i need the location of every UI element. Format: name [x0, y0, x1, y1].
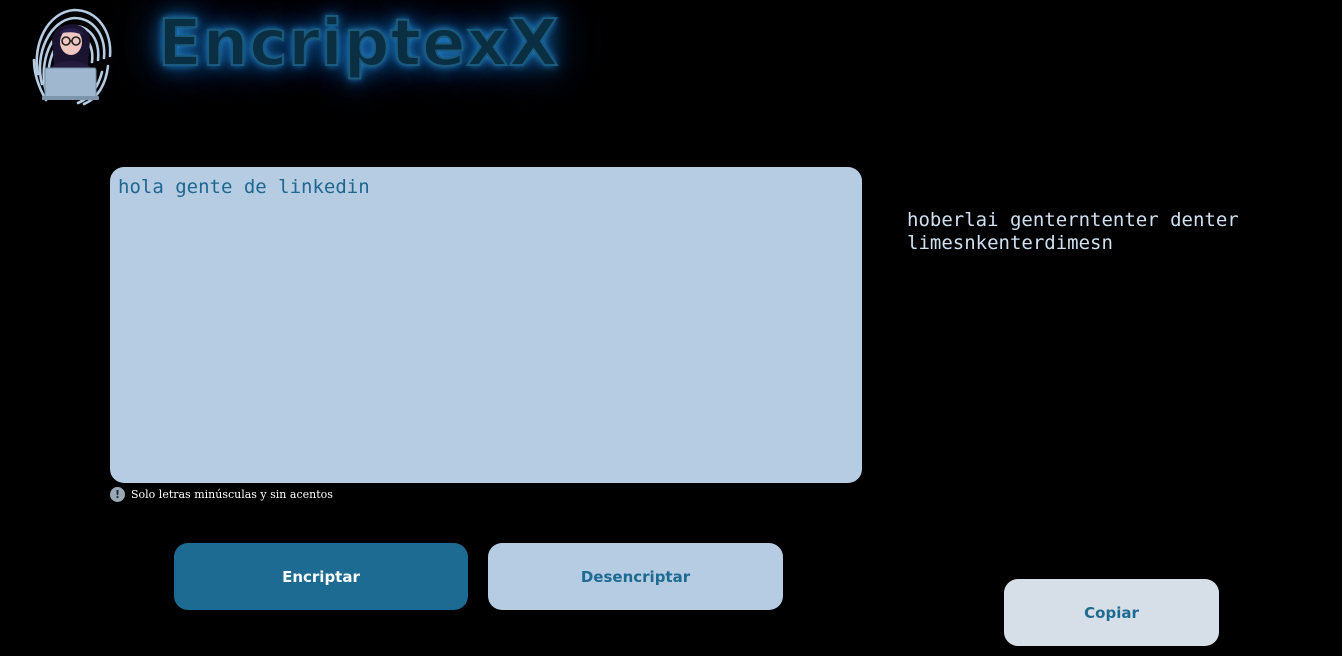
input-hint: ! Solo letras minúsculas y sin acentos — [110, 487, 333, 502]
copy-button[interactable]: Copiar — [1004, 579, 1219, 646]
message-input[interactable] — [110, 167, 862, 483]
brand-title: EncriptexX — [157, 6, 560, 82]
hint-text: Solo letras minúsculas y sin acentos — [131, 488, 333, 501]
app-root: EncriptexX ! Solo letras minúsculas y si… — [0, 0, 1342, 656]
decrypt-button[interactable]: Desencriptar — [488, 543, 783, 610]
output-text: hoberlai genterntenter denter limesnkent… — [907, 209, 1239, 254]
info-exclamation-icon: ! — [110, 487, 125, 502]
hacker-fingerprint-logo — [28, 4, 114, 108]
fingerprint-logo-icon — [32, 8, 112, 106]
encrypt-button[interactable]: Encriptar — [174, 543, 468, 610]
